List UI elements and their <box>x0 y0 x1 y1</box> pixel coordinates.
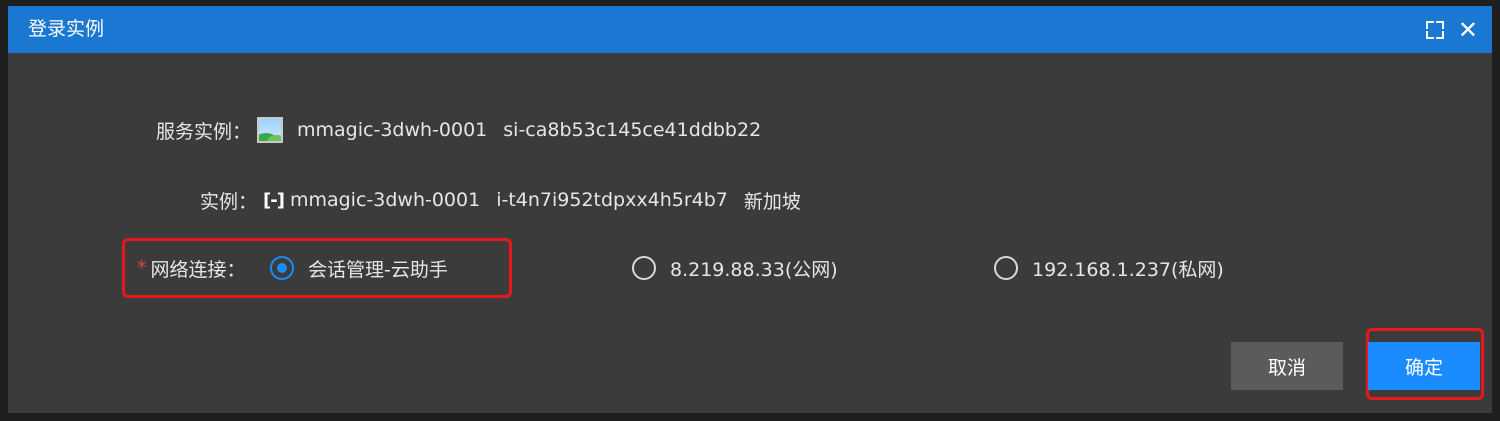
instance-name: mmagic-3dwh-0001 <box>289 189 481 211</box>
radio-option-public-ip[interactable]: 8.219.88.33(公网) <box>632 252 838 284</box>
ecs-instance-icon: [-] <box>263 189 285 211</box>
image-icon <box>257 117 284 143</box>
cancel-button[interactable]: 取消 <box>1231 342 1343 390</box>
service-instance-id: si-ca8b53c145ce41ddbb22 <box>503 119 762 141</box>
login-instance-dialog: 登录实例 ✕ 服务实例： mmagic-3dwh-0001 si-ca8b53c… <box>8 6 1492 413</box>
dialog-title: 登录实例 <box>28 18 105 40</box>
maximize-icon[interactable] <box>1425 20 1444 39</box>
radio-option-label: 192.168.1.237(私网) <box>1032 258 1224 281</box>
radio-option-private-ip[interactable]: 192.168.1.237(私网) <box>994 252 1224 284</box>
instance-row: 实例： [-] mmagic-3dwh-0001 i-t4n7i952tdpxx… <box>200 184 801 216</box>
service-instance-name: mmagic-3dwh-0001 <box>297 119 488 141</box>
instance-region: 新加坡 <box>743 190 801 213</box>
radio-option-label: 8.219.88.33(公网) <box>670 258 838 281</box>
radio-button[interactable] <box>994 256 1018 280</box>
service-instance-row: 服务实例： mmagic-3dwh-0001 si-ca8b53c145ce41… <box>156 114 761 146</box>
instance-label: 实例： <box>200 190 258 213</box>
dialog-titlebar: 登录实例 ✕ <box>8 6 1492 53</box>
window-controls: ✕ <box>1425 6 1478 53</box>
annotation-highlight-network <box>122 238 512 298</box>
ok-button[interactable]: 确定 <box>1368 342 1480 390</box>
service-instance-label: 服务实例： <box>156 120 252 143</box>
instance-id: i-t4n7i952tdpxx4h5r4b7 <box>496 189 728 211</box>
close-icon[interactable]: ✕ <box>1458 18 1478 42</box>
radio-button[interactable] <box>632 256 656 280</box>
